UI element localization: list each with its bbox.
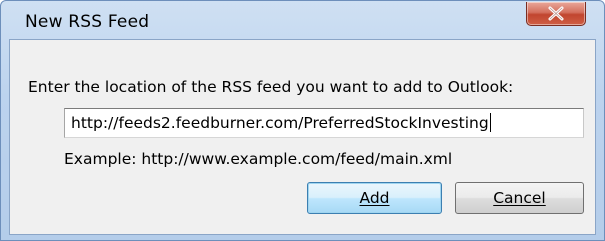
rss-url-input[interactable]: http://feeds2.feedburner.com/PreferredSt… xyxy=(64,108,584,138)
cancel-button-label: Cancel xyxy=(493,189,546,207)
add-button-label: Add xyxy=(359,189,390,207)
cancel-button[interactable]: Cancel xyxy=(455,182,584,214)
title-bar[interactable]: New RSS Feed xyxy=(1,1,604,39)
prompt-label: Enter the location of the RSS feed you w… xyxy=(28,78,514,96)
add-button[interactable]: Add xyxy=(307,182,442,214)
text-caret xyxy=(489,113,491,132)
rss-url-value: http://feeds2.feedburner.com/PreferredSt… xyxy=(71,114,489,132)
close-button[interactable] xyxy=(526,2,586,26)
example-hint: Example: http://www.example.com/feed/mai… xyxy=(64,150,453,168)
window-title: New RSS Feed xyxy=(25,12,150,32)
close-icon xyxy=(548,6,564,21)
